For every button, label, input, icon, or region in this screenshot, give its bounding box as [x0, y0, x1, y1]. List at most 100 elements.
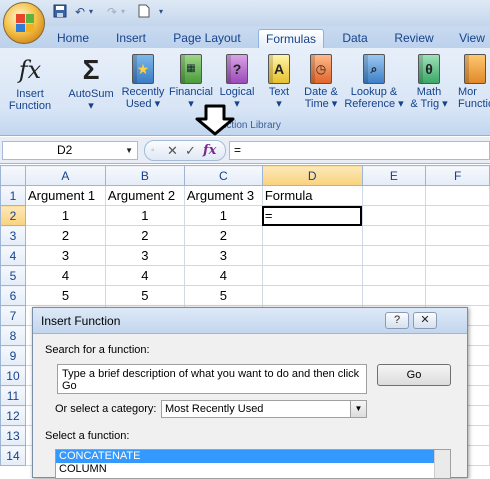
cell-d3[interactable] — [261, 225, 363, 246]
column-header-f[interactable]: F — [425, 165, 490, 186]
office-button[interactable] — [3, 2, 45, 44]
theta-glyph: θ — [425, 61, 433, 77]
cell-c6[interactable]: 5 — [183, 285, 263, 306]
row-header-10[interactable]: 10 — [0, 365, 26, 386]
cell-f4[interactable] — [425, 245, 490, 266]
name-box[interactable]: D2 ▼ — [2, 141, 138, 160]
cell-f2[interactable] — [425, 205, 490, 226]
cell-f1[interactable] — [425, 185, 490, 206]
cell-d5[interactable] — [261, 265, 363, 286]
cell-f3[interactable] — [425, 225, 490, 246]
cell-a2[interactable]: 1 — [24, 205, 106, 226]
text-button[interactable]: A Text ▾ — [262, 54, 296, 110]
tab-data[interactable]: Data — [334, 29, 376, 48]
row-header-12[interactable]: 12 — [0, 405, 26, 426]
select-all-corner[interactable] — [0, 165, 26, 186]
insert-function-button[interactable]: fx Insert Function — [6, 54, 54, 112]
list-item[interactable]: COLUMN — [56, 463, 450, 476]
cell-a5[interactable]: 4 — [24, 265, 106, 286]
row-header-7[interactable]: 7 — [0, 305, 26, 326]
chevron-down-icon[interactable]: ▼ — [350, 401, 366, 417]
cell-b2[interactable]: 1 — [104, 205, 185, 226]
help-button[interactable]: ? — [385, 312, 409, 329]
close-icon[interactable]: ✕ — [413, 312, 437, 329]
cell-d4[interactable] — [261, 245, 363, 266]
date-time-button[interactable]: ◷ Date & Time ▾ — [300, 54, 342, 110]
cell-f5[interactable] — [425, 265, 490, 286]
cell-b6[interactable]: 5 — [104, 285, 185, 306]
column-header-row: A B C D E F — [0, 165, 490, 186]
cell-c4[interactable]: 3 — [183, 245, 263, 266]
enter-icon[interactable]: ✓ — [185, 143, 196, 159]
cell-d2-active[interactable]: = — [261, 205, 363, 226]
lookup-reference-button[interactable]: ⌕ Lookup & Reference ▾ — [344, 54, 404, 110]
function-list-scrollbar[interactable] — [434, 450, 450, 478]
row-header-3[interactable]: 3 — [0, 225, 26, 246]
row-header-9[interactable]: 9 — [0, 345, 26, 366]
category-value: Most Recently Used — [165, 403, 264, 415]
recently-used-button[interactable]: ★ Recently Used ▾ — [118, 54, 168, 110]
column-header-e[interactable]: E — [361, 165, 427, 186]
tab-review[interactable]: Review — [386, 29, 442, 48]
cell-d1[interactable]: Formula — [261, 185, 363, 206]
lookup-reference-label-1: Lookup & — [350, 86, 398, 98]
cancel-icon[interactable]: ✕ — [167, 143, 178, 159]
cell-b1[interactable]: Argument 2 — [104, 185, 185, 206]
row-header-8[interactable]: 8 — [0, 325, 26, 346]
financial-button[interactable]: ▦ Financial ▾ — [166, 54, 216, 110]
cell-c1[interactable]: Argument 3 — [183, 185, 263, 206]
autosum-button[interactable]: Σ AutoSum ▾ — [64, 54, 118, 113]
cell-c2[interactable]: 1 — [183, 205, 263, 226]
go-button[interactable]: Go — [377, 364, 451, 386]
tab-page-layout[interactable]: Page Layout — [166, 29, 248, 48]
cell-c3[interactable]: 2 — [183, 225, 263, 246]
cell-a3[interactable]: 2 — [24, 225, 106, 246]
column-header-a[interactable]: A — [24, 165, 106, 186]
row-header-13[interactable]: 13 — [0, 425, 26, 446]
cell-e1[interactable] — [361, 185, 427, 206]
row-header-2[interactable]: 2 — [0, 205, 26, 226]
cell-e4[interactable] — [361, 245, 427, 266]
cell-a4[interactable]: 3 — [24, 245, 106, 266]
logical-button[interactable]: ? Logical ▾ — [216, 54, 258, 110]
tab-insert[interactable]: Insert — [106, 29, 156, 48]
cell-a1[interactable]: Argument 1 — [24, 185, 106, 206]
new-document-icon[interactable] — [136, 4, 152, 20]
cell-a6[interactable]: 5 — [24, 285, 106, 306]
cell-f6[interactable] — [425, 285, 490, 306]
cell-b4[interactable]: 3 — [104, 245, 185, 266]
row-header-14[interactable]: 14 — [0, 445, 26, 466]
row-header-11[interactable]: 11 — [0, 385, 26, 406]
category-select[interactable]: Most Recently Used ▼ — [161, 400, 367, 418]
column-header-c[interactable]: C — [183, 165, 263, 186]
tab-view[interactable]: View — [452, 29, 490, 48]
more-functions-button[interactable]: Mor Functio — [452, 54, 490, 110]
cell-d6[interactable] — [261, 285, 363, 306]
tab-formulas[interactable]: Formulas — [258, 29, 324, 48]
function-search-input[interactable]: Type a brief description of what you wan… — [57, 364, 367, 394]
undo-dropdown-icon[interactable]: ▾ — [86, 4, 96, 20]
cell-e5[interactable] — [361, 265, 427, 286]
list-item[interactable]: CONCATENATE — [56, 450, 450, 463]
tab-home[interactable]: Home — [50, 29, 96, 48]
cell-c5[interactable]: 4 — [183, 265, 263, 286]
column-header-b[interactable]: B — [104, 165, 185, 186]
cell-e6[interactable] — [361, 285, 427, 306]
math-trig-button[interactable]: θ Math & Trig ▾ — [406, 54, 452, 110]
save-icon[interactable] — [52, 4, 68, 20]
cell-e2[interactable] — [361, 205, 427, 226]
row-header-6[interactable]: 6 — [0, 285, 26, 306]
row-header-1[interactable]: 1 — [0, 185, 26, 206]
column-header-d[interactable]: D — [261, 165, 363, 186]
insert-function-fx-icon[interactable]: fx — [203, 143, 216, 159]
redo-dropdown-icon[interactable]: ▾ — [118, 4, 128, 20]
cell-e3[interactable] — [361, 225, 427, 246]
cell-b5[interactable]: 4 — [104, 265, 185, 286]
cell-b3[interactable]: 2 — [104, 225, 185, 246]
function-list[interactable]: CONCATENATE COLUMN — [55, 449, 451, 479]
row-header-5[interactable]: 5 — [0, 265, 26, 286]
customize-qat-icon[interactable]: ▾ — [156, 4, 166, 20]
formula-input[interactable]: = — [229, 141, 490, 160]
name-box-dropdown-icon[interactable]: ▼ — [125, 142, 133, 159]
row-header-4[interactable]: 4 — [0, 245, 26, 266]
